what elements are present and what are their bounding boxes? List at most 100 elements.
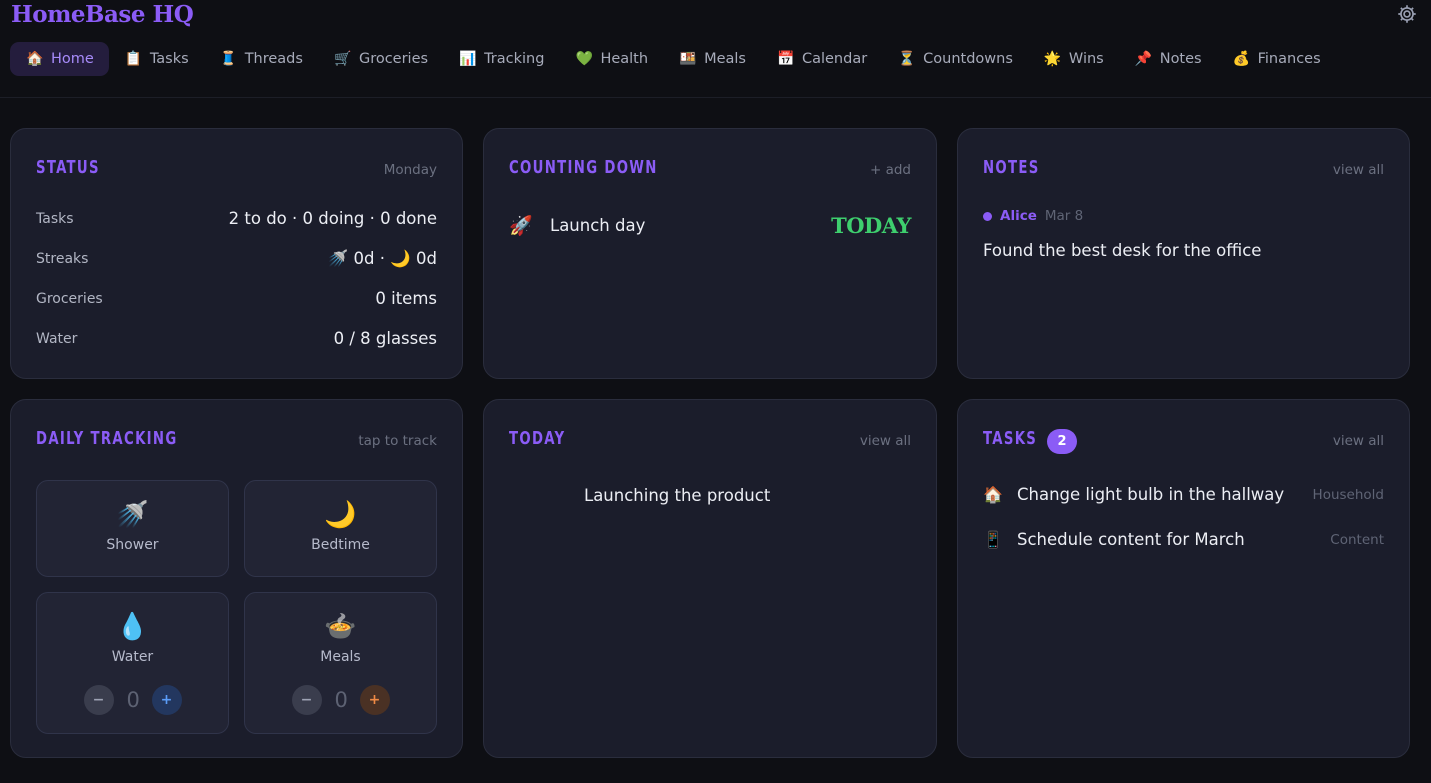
tasks-view-all-link[interactable]: view all bbox=[1333, 433, 1384, 449]
nav-label: Health bbox=[600, 51, 649, 67]
note-text[interactable]: Found the best desk for the office bbox=[983, 241, 1261, 260]
nav-health[interactable]: 💚 Health bbox=[559, 42, 663, 76]
status-row-tasks: Tasks 2 to do · 0 doing · 0 done bbox=[36, 209, 437, 228]
status-row-streaks: Streaks 🚿 0d · 🌙 0d bbox=[36, 249, 437, 269]
status-label: Tasks bbox=[36, 210, 74, 227]
heart-icon: 💚 bbox=[575, 51, 593, 67]
water-count: 0 bbox=[126, 688, 140, 712]
task-label: Change light bulb in the hallway bbox=[1017, 485, 1285, 504]
nav-finances[interactable]: 💰 Finances bbox=[1217, 42, 1336, 76]
calendar-icon: 📅 bbox=[776, 51, 795, 67]
nav-label: Wins bbox=[1068, 51, 1104, 67]
nav-label: Groceries bbox=[358, 51, 429, 67]
card-title: DAILY TRACKING bbox=[36, 428, 178, 449]
meals-count: 0 bbox=[334, 688, 348, 712]
gear-icon[interactable] bbox=[1396, 3, 1418, 25]
daily-tracking-card: DAILY TRACKING tap to track 🚿 Shower 🌙 B… bbox=[10, 399, 463, 758]
countdown-label: Launch day bbox=[550, 216, 646, 235]
notes-card: NOTES view all Alice Mar 8 Found the bes… bbox=[957, 128, 1410, 379]
stew-pot-icon: 🍲 bbox=[324, 612, 357, 642]
thread-icon: 🧵 bbox=[219, 51, 238, 67]
status-value: 🚿 0d · 🌙 0d bbox=[327, 249, 437, 268]
tile-label: Shower bbox=[106, 537, 159, 553]
task-category: Household bbox=[1312, 486, 1384, 503]
nav-notes[interactable]: 📌 Notes bbox=[1119, 42, 1217, 76]
today-view-all-link[interactable]: view all bbox=[860, 433, 911, 449]
nav-countdowns[interactable]: ⏳ Countdowns bbox=[882, 42, 1028, 76]
bento-icon: 🍱 bbox=[679, 51, 697, 67]
nav-wins[interactable]: 🌟 Wins bbox=[1028, 42, 1119, 76]
meals-decrement-button[interactable]: − bbox=[291, 685, 322, 715]
tile-label: Water bbox=[111, 649, 154, 665]
water-decrement-button[interactable]: − bbox=[83, 685, 114, 715]
clipboard-icon: 📋 bbox=[124, 51, 143, 67]
status-value: 2 to do · 0 doing · 0 done bbox=[228, 209, 437, 228]
status-day: Monday bbox=[383, 162, 437, 178]
nav-label: Finances bbox=[1257, 51, 1321, 67]
tracking-tile-meals: 🍲 Meals − 0 + bbox=[244, 592, 437, 734]
meals-increment-button[interactable]: + bbox=[359, 685, 390, 715]
card-title: STATUS bbox=[36, 157, 100, 178]
status-value: 0 / 8 glasses bbox=[333, 329, 437, 348]
status-row-groceries: Groceries 0 items bbox=[36, 289, 437, 308]
tracking-tile-shower[interactable]: 🚿 Shower bbox=[36, 480, 229, 577]
nav-label: Threads bbox=[244, 51, 303, 67]
card-title: TODAY bbox=[509, 428, 566, 449]
nav-tracking[interactable]: 📊 Tracking bbox=[443, 42, 559, 76]
house-icon: 🏠 bbox=[26, 51, 44, 67]
countdown-item[interactable]: 🚀 Launch day TODAY bbox=[509, 213, 911, 238]
nav-meals[interactable]: 🍱 Meals bbox=[663, 42, 761, 76]
house-icon: 🏠 bbox=[983, 485, 1003, 504]
star-icon: 🌟 bbox=[1043, 51, 1062, 67]
nav-calendar[interactable]: 📅 Calendar bbox=[761, 42, 882, 76]
tracking-tile-bedtime[interactable]: 🌙 Bedtime bbox=[244, 480, 437, 577]
bar-chart-icon: 📊 bbox=[459, 51, 477, 67]
status-row-water: Water 0 / 8 glasses bbox=[36, 329, 437, 348]
tile-label: Meals bbox=[320, 649, 361, 665]
status-value: 0 items bbox=[375, 289, 437, 308]
pin-icon: 📌 bbox=[1134, 51, 1153, 67]
author-dot-icon bbox=[983, 211, 992, 221]
moon-icon: 🌙 bbox=[324, 500, 357, 530]
today-card: TODAY view all Launching the product bbox=[483, 399, 937, 758]
notes-view-all-link[interactable]: view all bbox=[1333, 162, 1384, 178]
water-stepper: − 0 + bbox=[37, 685, 228, 715]
nav-threads[interactable]: 🧵 Threads bbox=[204, 42, 318, 76]
droplet-icon: 💧 bbox=[116, 612, 149, 642]
meals-stepper: − 0 + bbox=[245, 685, 436, 715]
money-bag-icon: 💰 bbox=[1232, 51, 1251, 67]
status-label: Groceries bbox=[36, 290, 103, 307]
nav-tasks[interactable]: 📋 Tasks bbox=[109, 42, 204, 76]
nav-groceries[interactable]: 🛒 Groceries bbox=[318, 42, 443, 76]
top-bar: HomeBase HQ 🏠 Home 📋 Tasks 🧵 Threads 🛒 G… bbox=[0, 0, 1431, 98]
card-title: TASKS bbox=[983, 428, 1038, 449]
card-title: COUNTING DOWN bbox=[509, 157, 658, 178]
shower-icon: 🚿 bbox=[116, 500, 149, 530]
nav-label: Meals bbox=[704, 51, 746, 67]
main-nav: 🏠 Home 📋 Tasks 🧵 Threads 🛒 Groceries 📊 T… bbox=[10, 42, 1336, 76]
status-label: Streaks bbox=[36, 251, 89, 267]
task-item[interactable]: 📱 Schedule content for March Content bbox=[983, 530, 1384, 549]
water-increment-button[interactable]: + bbox=[151, 685, 182, 715]
app-title[interactable]: HomeBase HQ bbox=[11, 1, 194, 28]
nav-label: Notes bbox=[1159, 51, 1202, 67]
countdown-when: TODAY bbox=[831, 213, 911, 238]
nav-label: Tracking bbox=[484, 51, 545, 67]
card-title: NOTES bbox=[983, 157, 1040, 178]
nav-label: Tasks bbox=[149, 51, 189, 67]
task-label: Schedule content for March bbox=[1017, 530, 1245, 549]
tasks-count-badge: 2 bbox=[1047, 429, 1077, 454]
add-countdown-button[interactable]: + add bbox=[870, 162, 911, 178]
nav-label: Countdowns bbox=[923, 51, 1013, 67]
task-category: Content bbox=[1330, 531, 1384, 548]
cart-icon: 🛒 bbox=[333, 51, 352, 67]
nav-label: Calendar bbox=[801, 51, 868, 67]
note-author: Alice bbox=[1000, 208, 1037, 224]
today-event[interactable]: Launching the product bbox=[584, 486, 770, 505]
note-meta: Alice Mar 8 bbox=[983, 208, 1083, 224]
status-label: Water bbox=[36, 330, 78, 347]
nav-label: Home bbox=[51, 51, 94, 67]
note-date: Mar 8 bbox=[1044, 208, 1084, 224]
task-item[interactable]: 🏠 Change light bulb in the hallway House… bbox=[983, 485, 1384, 504]
nav-home[interactable]: 🏠 Home bbox=[10, 42, 109, 76]
